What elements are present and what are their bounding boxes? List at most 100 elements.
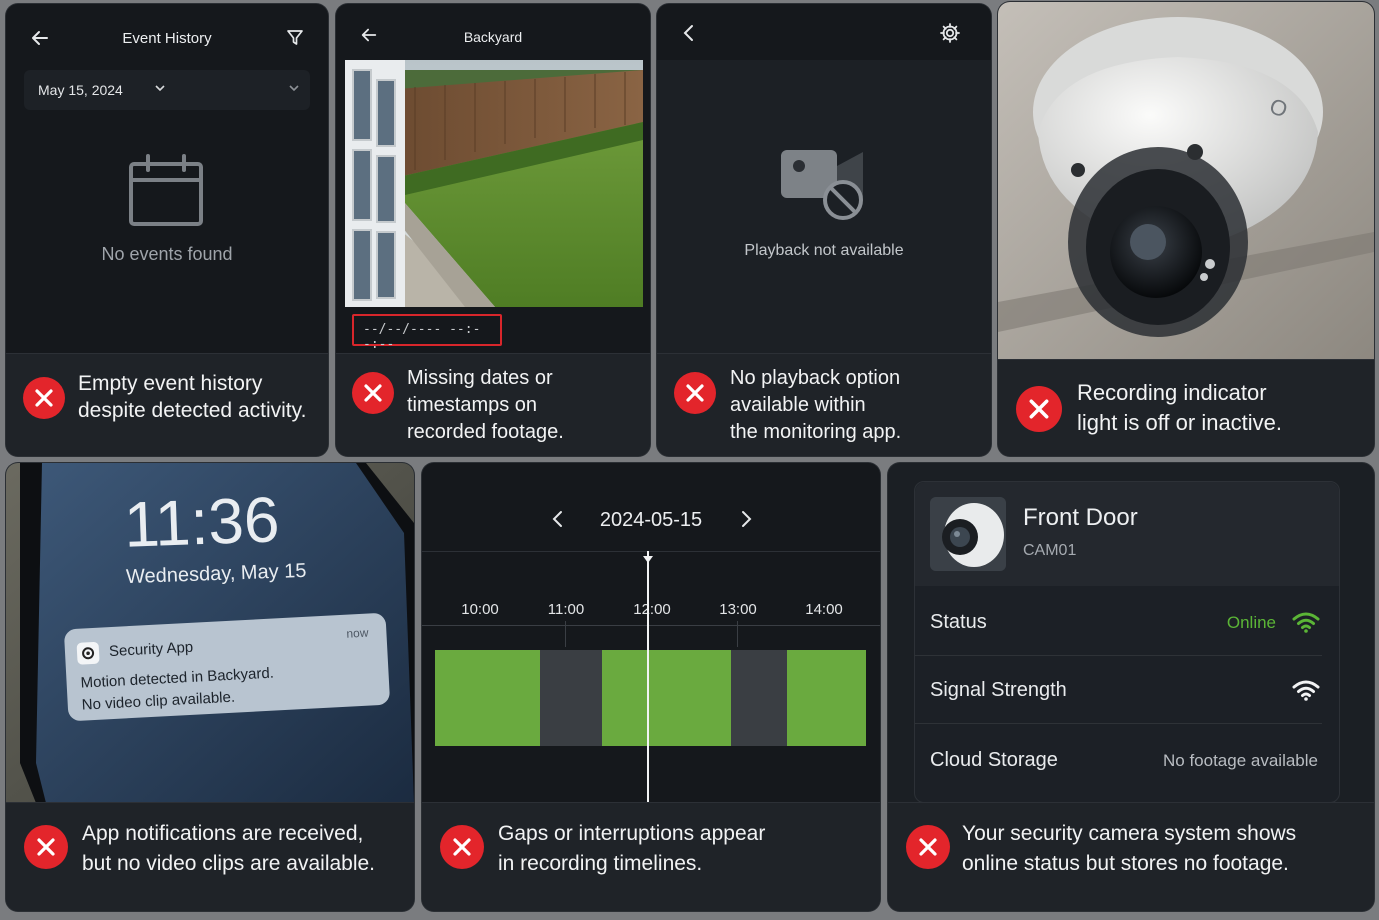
screen-title: Backyard <box>463 29 523 45</box>
error-x-icon <box>1016 386 1062 432</box>
caption: Gaps or interruptions appear in recordin… <box>422 802 880 911</box>
status-value: Online <box>1226 613 1276 632</box>
backyard-panel: Backyard --/--/---- --:--:-- Missing dat… <box>336 4 650 456</box>
gap-segment <box>540 650 602 746</box>
playhead[interactable] <box>647 551 649 803</box>
playhead-marker-icon <box>643 551 653 569</box>
device-header[interactable]: Front Door CAM01 <box>915 482 1339 586</box>
recording-segment[interactable] <box>435 650 540 746</box>
error-x-icon <box>23 377 65 419</box>
error-x-icon <box>352 372 394 414</box>
timestamp-overlay: --/--/---- --:--:-- <box>352 314 502 352</box>
gap-segment <box>731 650 787 746</box>
chevron-down-icon <box>288 81 300 97</box>
row-label: Signal Strength <box>930 679 1067 701</box>
caption: Missing dates or timestamps on recorded … <box>336 353 650 456</box>
caption-line: light is off or inactive. <box>1077 410 1283 435</box>
time-axis <box>422 625 880 626</box>
caption-line: online status but stores no footage. <box>962 852 1289 875</box>
caption-line: but no video clips are available. <box>82 852 376 875</box>
tick-label: 12:00 <box>633 601 671 618</box>
empty-state-text: No events found <box>101 244 233 264</box>
tick-label: 13:00 <box>719 601 757 618</box>
notification-card[interactable]: Security App now Motion detected in Back… <box>63 612 391 722</box>
error-x-icon <box>440 825 484 869</box>
screen-title: Event History <box>122 30 212 47</box>
caption-line: in recording timelines. <box>498 852 703 875</box>
caption: Empty event history despite detected act… <box>6 353 328 456</box>
error-x-icon <box>906 825 950 869</box>
axis-tick <box>565 621 566 647</box>
caption-line: the monitoring app. <box>730 421 902 443</box>
timeline-screen: 2024-05-15 10:00 11:00 12:00 13:00 14:00 <box>422 463 880 803</box>
app-icon <box>76 641 100 665</box>
caption-line: No playback option <box>730 367 901 389</box>
caption-text: Your security camera system shows online… <box>962 819 1296 879</box>
caption: Recording indicator light is off or inac… <box>998 359 1374 456</box>
cloud-storage-value: No footage available <box>1162 751 1318 770</box>
caption: Your security camera system shows online… <box>888 802 1374 911</box>
gear-icon[interactable] <box>939 22 961 49</box>
playback-screen: Playback not available <box>657 4 991 354</box>
caption: No playback option available within the … <box>657 353 991 456</box>
date-dropdown[interactable]: May 15, 2024 <box>24 70 310 110</box>
caption-line: timestamps on <box>407 394 538 416</box>
row-label: Cloud Storage <box>930 749 1058 771</box>
caption: App notifications are received, but no v… <box>6 802 414 911</box>
dome-camera-photo: O <box>998 2 1374 360</box>
axis-tick <box>737 621 738 647</box>
row-label: Status <box>930 611 987 633</box>
playback-panel: Playback not available No playback optio… <box>657 4 991 456</box>
caption-line: Missing dates or <box>407 367 553 389</box>
chevron-right-icon[interactable] <box>738 509 754 534</box>
camera-thumbnail <box>930 497 1006 571</box>
device-name: Front Door <box>1023 504 1138 531</box>
error-x-icon <box>24 825 68 869</box>
caption-line: available within <box>730 394 866 416</box>
chevron-down-icon <box>154 81 166 97</box>
calendar-icon <box>128 154 204 235</box>
video-off-icon <box>777 144 869 229</box>
camera-footage <box>345 60 643 307</box>
backyard-screen: Backyard --/--/---- --:--:-- <box>336 4 650 354</box>
caption-text: Recording indicator light is off or inac… <box>1077 378 1282 438</box>
wifi-icon <box>1292 679 1320 706</box>
recording-segment[interactable] <box>787 650 866 746</box>
caption-line: recorded footage. <box>407 421 564 443</box>
caption-text: App notifications are received, but no v… <box>82 819 375 879</box>
caption-line: App notifications are received, <box>82 822 364 845</box>
notification-age: now <box>346 625 369 641</box>
notification-body: Motion detected in Backyard. No video cl… <box>80 663 275 717</box>
timestamp-value: --/--/---- --:--:-- <box>363 322 481 352</box>
tick-label: 14:00 <box>805 601 843 618</box>
filter-icon[interactable] <box>285 28 305 53</box>
signal-strength-row: Signal Strength <box>914 657 1322 724</box>
wifi-icon <box>1292 611 1320 638</box>
chevron-left-icon[interactable] <box>681 24 697 47</box>
app-name: Security App <box>108 638 194 661</box>
caption-text: No playback option available within the … <box>730 365 901 446</box>
playback-message: Playback not available <box>744 242 904 259</box>
caption-line: Empty event history <box>78 372 263 395</box>
tick-label: 10:00 <box>461 601 499 618</box>
timeline-date: 2024-05-15 <box>599 509 703 531</box>
tick-label: 11:00 <box>547 601 585 618</box>
event-history-screen: Event History May 15, 2024 No events fou… <box>6 4 328 354</box>
cloud-storage-row: Cloud Storage No footage available <box>914 727 1322 793</box>
recording-segment[interactable] <box>602 650 731 746</box>
date-dropdown-value: May 15, 2024 <box>38 82 123 98</box>
caption-text: Empty event history despite detected act… <box>78 370 306 424</box>
caption-line: Your security camera system shows <box>962 822 1297 845</box>
caption-line: Recording indicator <box>1077 380 1267 405</box>
device-id: CAM01 <box>1023 542 1077 559</box>
timeline-panel: 2024-05-15 10:00 11:00 12:00 13:00 14:00… <box>422 463 880 911</box>
notification-panel: 11:36 Wednesday, May 15 Security App now… <box>6 463 414 911</box>
camera-photo-panel: O Recording indicator light is off or in… <box>998 2 1374 456</box>
error-x-icon <box>674 372 716 414</box>
device-status-panel: Front Door CAM01 Status Online Signal St… <box>888 463 1374 911</box>
caption-line: despite detected activity. <box>78 399 307 422</box>
caption-text: Gaps or interruptions appear in recordin… <box>498 819 765 879</box>
caption-text: Missing dates or timestamps on recorded … <box>407 365 564 446</box>
event-history-panel: Event History May 15, 2024 No events fou… <box>6 4 328 456</box>
caption-line: Gaps or interruptions appear <box>498 822 766 845</box>
